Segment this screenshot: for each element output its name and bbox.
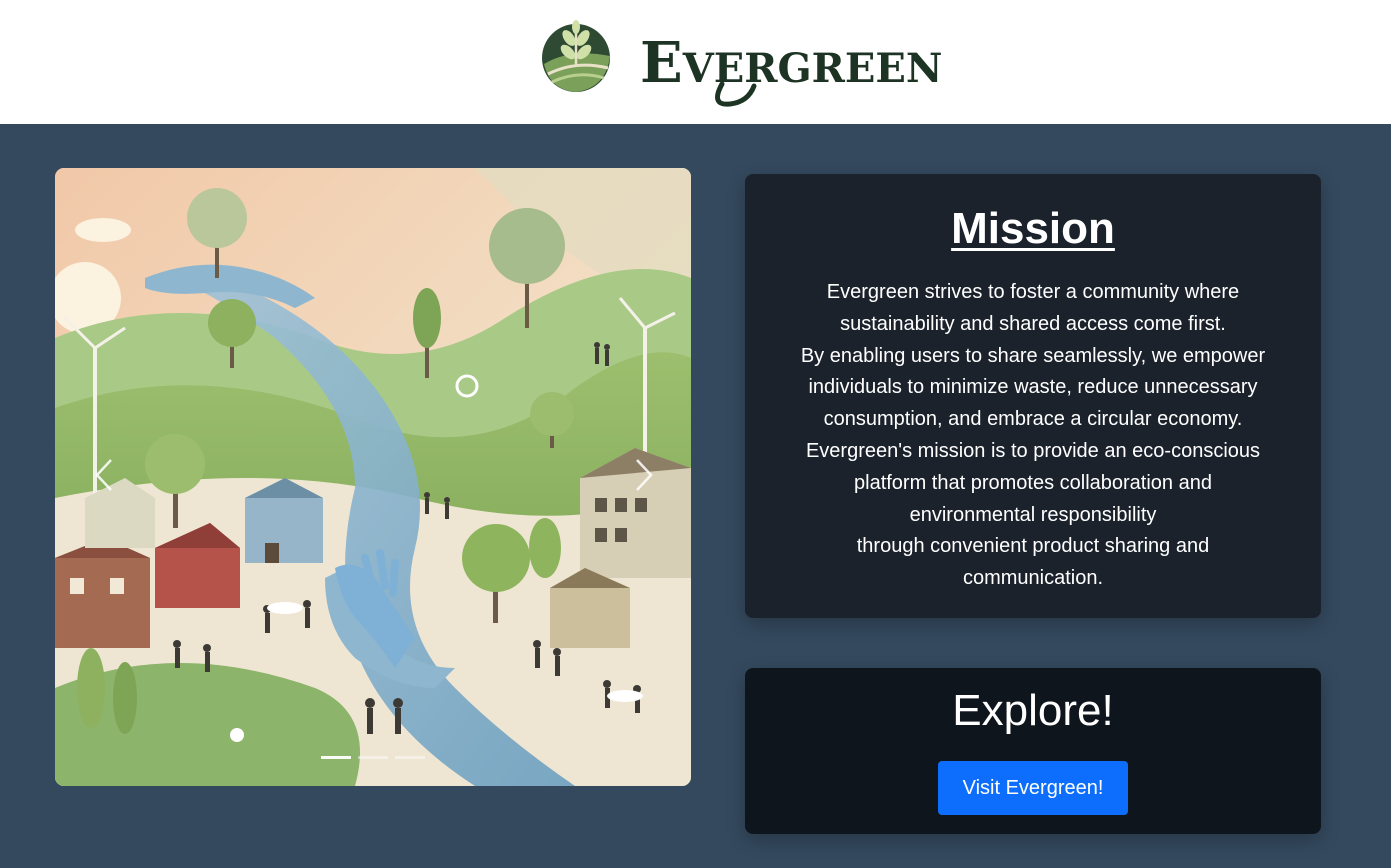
site-header: EVERGREEN [0, 0, 1391, 124]
leaf-sprout-logo-icon[interactable] [540, 18, 614, 96]
mission-line: communication. [962, 567, 1104, 590]
visit-evergreen-button[interactable]: Visit Evergreen! [938, 761, 1128, 815]
mission-line: consumption, and embrace a circular econ… [823, 408, 1243, 431]
mission-line: By enabling users to share seamlessly, w… [800, 344, 1266, 367]
carousel-indicators [321, 756, 425, 762]
mission-card: Mission Evergreen strives to foster a co… [745, 174, 1321, 618]
mission-line: Evergreen strives to foster a community … [826, 281, 1240, 303]
mission-line: sustainability and shared access come fi… [840, 312, 1226, 335]
mission-line: Evergreen's mission is to provide an eco… [805, 439, 1261, 462]
mission-line: platform that promotes collaboration and [854, 471, 1212, 494]
mission-text: Evergreen strives to foster a community … [775, 277, 1291, 595]
mission-title: Mission [951, 204, 1115, 253]
carousel-indicator-3[interactable] [395, 756, 425, 759]
community-sustainability-illustration [55, 168, 691, 786]
mission-line: through convenient product sharing and [856, 535, 1210, 558]
chevron-right-icon[interactable] [623, 450, 663, 500]
explore-card: Explore! Visit Evergreen! [745, 668, 1321, 834]
image-carousel[interactable] [55, 168, 691, 786]
carousel-indicator-2[interactable] [358, 756, 388, 759]
brand-wordmark[interactable]: EVERGREEN [640, 30, 942, 96]
chevron-left-icon[interactable] [85, 450, 125, 500]
carousel-indicator-1[interactable] [321, 756, 351, 759]
mission-line: individuals to minimize waste, reduce un… [808, 376, 1258, 399]
wordmark-swash-decoration [715, 81, 757, 107]
mission-line: environmental responsibility [909, 503, 1157, 526]
explore-title: Explore! [952, 686, 1114, 735]
